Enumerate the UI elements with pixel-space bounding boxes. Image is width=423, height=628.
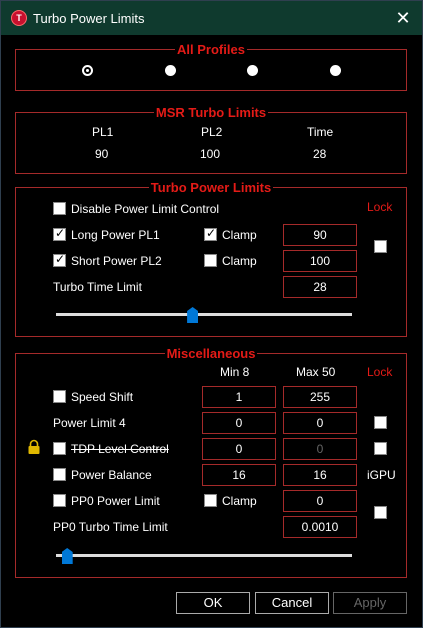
app-icon: T <box>11 10 27 26</box>
misc-max-header: Max 50 <box>296 365 336 379</box>
pp0-turbo-time-limit-input[interactable]: 0.0010 <box>283 516 357 538</box>
tdp-level-min-input[interactable]: 0 <box>202 438 276 460</box>
speed-shift-label: Speed Shift <box>71 390 134 404</box>
speed-shift-checkbox[interactable] <box>53 390 66 403</box>
msr-header-pl1: PL1 <box>92 125 114 139</box>
disable-power-limit-label: Disable Power Limit Control <box>71 202 220 216</box>
msr-header-pl2: PL2 <box>201 125 223 139</box>
turbo-time-limit-label: Turbo Time Limit <box>53 280 142 294</box>
power-balance-checkbox[interactable] <box>53 468 66 481</box>
power-limit-4-min-input[interactable]: 0 <box>202 412 276 434</box>
apply-button[interactable]: Apply <box>333 592 407 614</box>
long-power-pl1-label: Long Power PL1 <box>71 228 160 242</box>
long-power-clamp-checkbox[interactable] <box>204 226 217 241</box>
msr-header-time: Time <box>307 125 334 139</box>
tdp-level-lock-checkbox[interactable] <box>374 442 387 455</box>
msr-title: MSR Turbo Limits <box>153 105 269 120</box>
long-power-pl1-checkbox[interactable] <box>53 226 66 241</box>
power-limit-4-max-input[interactable]: 0 <box>283 412 357 434</box>
turbo-power-limits-window: T Turbo Power Limits ✕ All Profiles MSR … <box>0 0 423 628</box>
speed-shift-max-input[interactable]: 255 <box>283 386 357 408</box>
window-title: Turbo Power Limits <box>33 11 145 26</box>
pp0-time-slider-track[interactable] <box>56 554 352 557</box>
all-profiles-title: All Profiles <box>175 42 247 57</box>
short-power-clamp-checkbox[interactable] <box>204 254 217 267</box>
misc-title: Miscellaneous <box>164 346 258 361</box>
title-bar: T Turbo Power Limits ✕ <box>1 1 422 35</box>
profile-radio-1[interactable] <box>82 65 93 76</box>
short-power-pl2-input[interactable]: 100 <box>283 250 357 272</box>
msr-value-pl1: 90 <box>95 147 109 161</box>
close-icon[interactable]: ✕ <box>390 5 416 31</box>
igpu-label: iGPU <box>367 468 396 482</box>
profile-radio-2[interactable] <box>165 65 176 76</box>
tpl-lock-checkbox[interactable] <box>374 240 387 253</box>
power-balance-max-input[interactable]: 16 <box>283 464 357 486</box>
pp0-power-limit-input[interactable]: 0 <box>283 490 357 512</box>
turbo-time-slider-track[interactable] <box>56 313 352 316</box>
power-balance-min-input[interactable]: 16 <box>202 464 276 486</box>
ok-button[interactable]: OK <box>176 592 250 614</box>
pp0-power-limit-checkbox[interactable] <box>53 494 66 507</box>
msr-value-time: 28 <box>313 147 327 161</box>
msr-value-pl2: 100 <box>200 147 221 161</box>
speed-shift-min-input[interactable]: 1 <box>202 386 276 408</box>
misc-min-header: Min 8 <box>220 365 250 379</box>
tdp-level-max-input: 0 <box>283 438 357 460</box>
turbo-time-limit-input[interactable]: 28 <box>283 276 357 298</box>
all-profiles-group: All Profiles <box>15 42 407 91</box>
short-power-clamp-label: Clamp <box>222 254 257 268</box>
misc-lock-label: Lock <box>367 365 393 379</box>
tpl-lock-label: Lock <box>367 200 393 214</box>
long-power-pl1-input[interactable]: 90 <box>283 224 357 246</box>
lock-icon <box>28 439 40 454</box>
tpl-title: Turbo Power Limits <box>148 180 274 195</box>
pp0-clamp-checkbox[interactable] <box>204 494 217 507</box>
short-power-pl2-checkbox[interactable] <box>53 252 66 267</box>
msr-turbo-limits-group: MSR Turbo Limits <box>15 105 407 174</box>
pp0-clamp-label: Clamp <box>222 494 257 508</box>
pp0-power-limit-label: PP0 Power Limit <box>71 494 160 508</box>
profile-radio-4[interactable] <box>330 65 341 76</box>
power-limit-4-lock-checkbox[interactable] <box>374 416 387 429</box>
short-power-pl2-label: Short Power PL2 <box>71 254 162 268</box>
long-power-clamp-label: Clamp <box>222 228 257 242</box>
power-limit-4-label: Power Limit 4 <box>53 416 126 430</box>
tdp-level-control-checkbox[interactable] <box>53 442 66 455</box>
power-balance-label: Power Balance <box>71 468 152 482</box>
profile-radio-3[interactable] <box>247 65 258 76</box>
pp0-lock-checkbox[interactable] <box>374 506 387 519</box>
disable-power-limit-checkbox[interactable] <box>53 202 66 215</box>
cancel-button[interactable]: Cancel <box>255 592 329 614</box>
pp0-turbo-time-limit-label: PP0 Turbo Time Limit <box>53 520 168 534</box>
tdp-level-control-label: TDP Level Control <box>71 442 169 456</box>
